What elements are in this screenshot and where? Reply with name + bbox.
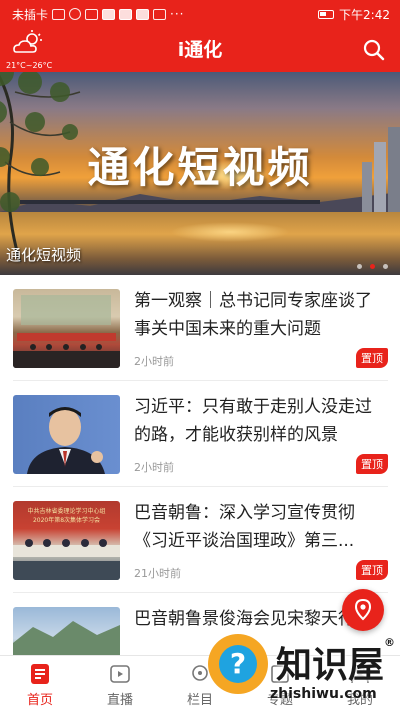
nav-label: 直播 [106,693,133,708]
news-item[interactable]: 第一观察｜总书记同专家座谈了事关中国未来的重大问题 2小时前 置顶 [0,275,400,381]
location-pin-icon [354,598,372,621]
carousel-dot[interactable] [357,264,362,269]
watermark-logo-icon: ? [208,634,268,694]
news-headline: 第一观察｜总书记同专家座谈了事关中国未来的重大问题 [134,291,372,339]
app-notification-icon [119,8,133,20]
meeting-photo [13,295,120,368]
wifi-icon [69,8,82,20]
app-title: i通化 [177,39,223,61]
carousel-indicator [357,264,388,269]
app-notification-icon [136,8,150,20]
news-headline: 巴音朝鲁：深入学习宣传贯彻《习近平谈治国理政》第三... [134,503,355,551]
nav-label: 首页 [26,693,53,708]
news-thumbnail [13,607,120,655]
battery-icon [318,9,335,19]
app-header: 21°C~26°C i通化 [0,28,400,72]
banner-reflection [170,222,290,242]
search-button[interactable] [362,38,386,62]
portrait-photo [27,407,105,474]
search-icon [363,39,385,61]
pinned-badge: 置顶 [356,560,388,580]
watermark: ? 知识屋® zhishiwu.com [200,624,400,711]
pinned-badge: 置顶 [356,454,388,474]
meeting-photo [13,539,120,580]
clock: 下午2:42 [339,7,390,22]
pinned-badge: 置顶 [356,348,388,368]
news-thumbnail [13,395,120,474]
news-time: 2小时前 [134,355,174,368]
news-headline: 习近平：只有敢于走别人没走过的路，才能收获别样的风景 [134,397,372,445]
banner-title: 通化短视频 [87,143,313,192]
news-item[interactable]: 中共吉林省委理论学习中心组 2020年第8次集体学习会 巴音朝鲁：深入学习宣传贯… [0,487,400,593]
news-icon [31,664,49,684]
news-thumbnail: 中共吉林省委理论学习中心组 2020年第8次集体学习会 [13,501,120,580]
sim-icon [52,8,66,20]
nav-live[interactable]: 直播 [80,656,160,711]
download-icon [85,8,99,20]
news-thumbnail [13,289,120,368]
more-notifications: ··· [170,7,185,21]
news-list: 第一观察｜总书记同专家座谈了事关中国未来的重大问题 2小时前 置顶 习近平：只有… [0,275,400,655]
watermark-name: 知识屋® [276,636,396,686]
app-notification-icon [102,8,116,20]
banner-carousel[interactable]: 通化短视频 通化短视频 [0,72,400,275]
status-bar: 未插卡 ··· 下午2:42 [0,0,400,28]
carrier-label: 未插卡 [12,7,49,22]
news-time: 2小时前 [134,461,174,474]
news-item[interactable]: 习近平：只有敢于走别人没走过的路，才能收获别样的风景 2小时前 置顶 [0,381,400,487]
carousel-dot-active[interactable] [370,264,375,269]
landscape-photo [13,621,120,655]
watermark-url: zhishiwu.com [270,686,377,702]
video-icon [110,665,130,683]
nav-home[interactable]: 首页 [0,656,80,711]
carousel-dot[interactable] [383,264,388,269]
banner-caption: 通化短视频 [6,246,82,264]
news-time: 21小时前 [134,567,181,580]
app-notification-icon [153,8,167,20]
